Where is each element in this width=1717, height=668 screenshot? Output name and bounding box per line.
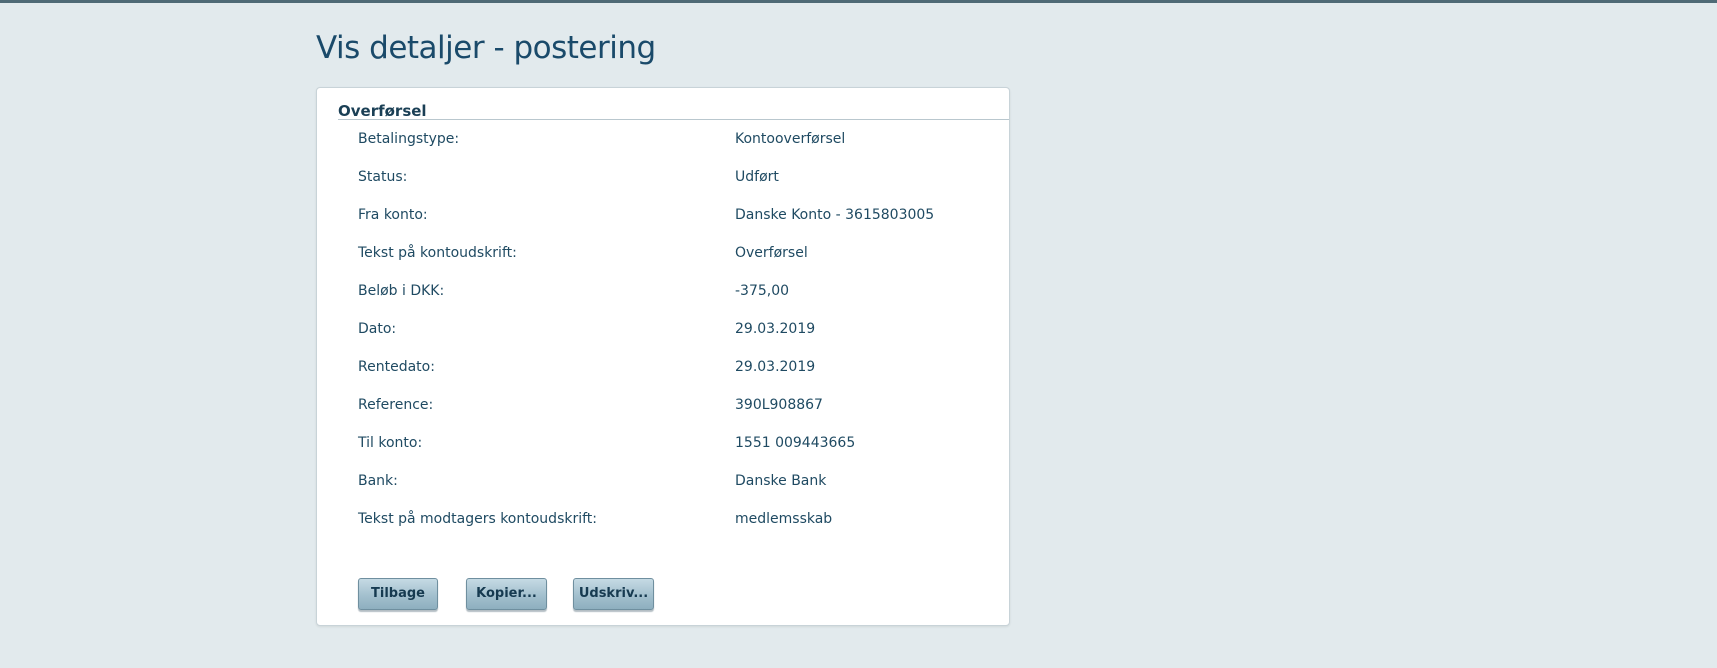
detail-row-interest-date: Rentedato: 29.03.2019: [317, 359, 1009, 379]
detail-label: Dato:: [358, 321, 397, 337]
detail-label: Betalingstype:: [358, 131, 460, 147]
transaction-details-panel: Overførsel Betalingstype: Kontooverførse…: [316, 87, 1010, 626]
detail-value: -375,00: [735, 283, 790, 299]
detail-label: Bank:: [358, 473, 398, 489]
detail-value: Danske Bank: [735, 473, 827, 489]
print-button[interactable]: Udskriv...: [573, 578, 654, 610]
panel-divider: [338, 119, 1009, 120]
detail-label: Tekst på kontoudskrift:: [358, 245, 517, 261]
page-title: Vis detaljer - postering: [316, 30, 656, 66]
detail-label: Status:: [358, 169, 408, 185]
detail-row-recipient-statement-text: Tekst på modtagers kontoudskrift: medlem…: [317, 511, 1009, 531]
detail-value: Overførsel: [735, 245, 808, 261]
detail-row-to-account: Til konto: 1551 009443665: [317, 435, 1009, 455]
detail-value: 390L908867: [735, 397, 823, 413]
detail-row-payment-type: Betalingstype: Kontooverførsel: [317, 131, 1009, 151]
detail-row-bank: Bank: Danske Bank: [317, 473, 1009, 493]
detail-label: Reference:: [358, 397, 434, 413]
detail-label: Beløb i DKK:: [358, 283, 445, 299]
detail-value: medlemsskab: [735, 511, 833, 527]
detail-value: Kontooverførsel: [735, 131, 846, 147]
detail-row-reference: Reference: 390L908867: [317, 397, 1009, 417]
panel-header: Overførsel: [338, 102, 427, 120]
top-rule: [0, 0, 1717, 3]
copy-button[interactable]: Kopier...: [466, 578, 547, 610]
detail-label: Tekst på modtagers kontoudskrift:: [358, 511, 597, 527]
detail-value: Udført: [735, 169, 779, 185]
detail-value: 29.03.2019: [735, 321, 816, 337]
detail-value: 1551 009443665: [735, 435, 856, 451]
detail-row-statement-text: Tekst på kontoudskrift: Overførsel: [317, 245, 1009, 265]
detail-value: Danske Konto - 3615803005: [735, 207, 935, 223]
detail-row-from-account: Fra konto: Danske Konto - 3615803005: [317, 207, 1009, 227]
detail-row-date: Dato: 29.03.2019: [317, 321, 1009, 341]
back-button[interactable]: Tilbage: [358, 578, 438, 610]
detail-row-status: Status: Udført: [317, 169, 1009, 189]
detail-value: 29.03.2019: [735, 359, 816, 375]
detail-label: Fra konto:: [358, 207, 428, 223]
detail-row-amount: Beløb i DKK: -375,00: [317, 283, 1009, 303]
detail-label: Til konto:: [358, 435, 423, 451]
detail-label: Rentedato:: [358, 359, 435, 375]
